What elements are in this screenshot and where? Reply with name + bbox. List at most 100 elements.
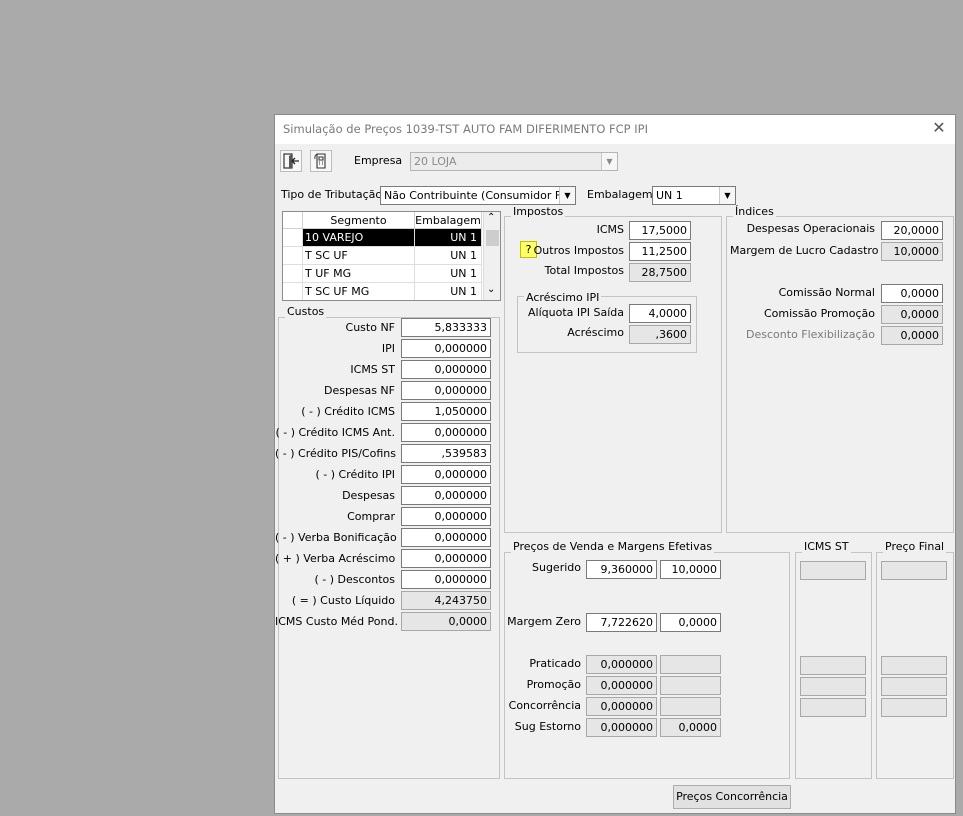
tipo-tributacao-value: Não Contribuinte (Consumidor Final) (384, 189, 576, 202)
margem-lucro-cadastro-label: Margem de Lucro Cadastro (730, 244, 879, 257)
icms-field[interactable]: 17,5000 (629, 221, 691, 240)
outros-impostos-field[interactable]: 11,2500 (629, 242, 691, 261)
preco-final-praticado-field (881, 656, 947, 675)
aliquota-ipi-saida-label: Alíquota IPI Saída (528, 306, 624, 319)
credito-icms-field[interactable]: 1,050000 (401, 402, 491, 421)
despesas-operacionais-label: Despesas Operacionais (746, 222, 875, 235)
tipo-tributacao-label: Tipo de Tributação (281, 188, 383, 201)
promocao-margem-field (660, 676, 721, 695)
window-title: Simulação de Preços 1039-TST AUTO FAM DI… (283, 122, 648, 136)
despesas-nf-label: Despesas NF (324, 384, 395, 397)
chevron-down-icon: ▼ (719, 187, 735, 204)
comissao-normal-field[interactable]: 0,0000 (881, 284, 943, 303)
preco-final-title: Preço Final (883, 540, 947, 553)
desconto-flexibilizacao-field: 0,0000 (881, 326, 943, 345)
despesas-label: Despesas (342, 489, 395, 502)
icms-st-praticado-field (800, 656, 866, 675)
concorrencia-preco-field: 0,000000 (586, 697, 657, 716)
custo-nf-field[interactable]: 5,833333 (401, 318, 491, 337)
verba-acrescimo-label: ( + ) Verba Acréscimo (275, 552, 396, 565)
table-row[interactable]: T SC UF MG UN 1 (283, 283, 482, 300)
exit-door-icon[interactable] (280, 150, 302, 172)
despesas-nf-field[interactable]: 0,000000 (401, 381, 491, 400)
row-indicator (283, 283, 303, 300)
scroll-thumb[interactable] (486, 230, 499, 246)
precos-title: Preços de Venda e Margens Efetivas (511, 540, 715, 553)
tipo-tributacao-select[interactable]: Não Contribuinte (Consumidor Final) ▼ (380, 186, 576, 205)
embalagem-label: Embalagem (587, 188, 653, 201)
embalagem-cell: UN 1 (415, 229, 482, 247)
embalagem-select[interactable]: UN 1 ▼ (652, 186, 736, 205)
verba-acrescimo-field[interactable]: 0,000000 (401, 549, 491, 568)
sugerido-margem-field[interactable]: 10,0000 (660, 560, 721, 579)
icms-st-sugerido-field (800, 561, 866, 580)
despesas-operacionais-field[interactable]: 20,0000 (881, 221, 943, 240)
grid-scrollbar[interactable]: ⌃ ⌄ (483, 212, 500, 300)
custo-nf-label: Custo NF (345, 321, 395, 334)
icms-st-title: ICMS ST (802, 540, 851, 553)
empresa-select[interactable]: 20 LOJA ▼ (410, 152, 618, 171)
segmento-cell: T SC UF MG (303, 283, 415, 300)
credito-ipi-field[interactable]: 0,000000 (401, 465, 491, 484)
acrescimo-label: Acréscimo (567, 326, 624, 339)
despesas-field[interactable]: 0,000000 (401, 486, 491, 505)
title-bar[interactable]: Simulação de Preços 1039-TST AUTO FAM DI… (275, 115, 955, 144)
table-row[interactable]: 10 VAREJO UN 1 (283, 229, 482, 247)
segmento-cell: T SC UF (303, 247, 415, 265)
icms-st-promocao-field (800, 677, 866, 696)
total-impostos-field: 28,7500 (629, 263, 691, 282)
promocao-label: Promoção (526, 678, 581, 691)
margem-zero-preco-field[interactable]: 7,722620 (586, 613, 657, 632)
total-impostos-label: Total Impostos (544, 264, 624, 277)
segmento-cell: T UF MG (303, 265, 415, 283)
table-row[interactable]: T SC UF UN 1 (283, 247, 482, 265)
comissao-normal-label: Comissão Normal (778, 286, 875, 299)
descontos-label: ( - ) Descontos (314, 573, 395, 586)
icms-custo-med-pond-field: 0,0000 (401, 612, 491, 631)
sug-estorno-preco-field: 0,000000 (586, 718, 657, 737)
comprar-field[interactable]: 0,000000 (401, 507, 491, 526)
comprar-label: Comprar (347, 510, 395, 523)
grid-header-embalagem[interactable]: Embalagem (415, 212, 482, 229)
segmento-cell: 10 VAREJO (303, 229, 415, 247)
empresa-value: 20 LOJA (414, 155, 457, 168)
chevron-down-icon: ▼ (559, 187, 575, 204)
grid-header-segmento[interactable]: Segmento (303, 212, 415, 229)
credito-pis-cofins-field[interactable]: ,539583 (401, 444, 491, 463)
desconto-flexibilizacao-label: Desconto Flexibilização (746, 328, 875, 341)
table-row[interactable]: T UF MG UN 1 (283, 265, 482, 283)
close-icon[interactable]: ✕ (931, 119, 947, 137)
verba-bonificacao-field[interactable]: 0,000000 (401, 528, 491, 547)
sug-estorno-margem-field: 0,0000 (660, 718, 721, 737)
ipi-field[interactable]: 0,000000 (401, 339, 491, 358)
custo-liquido-label: ( = ) Custo Líquido (291, 594, 395, 607)
scroll-up-icon[interactable]: ⌃ (487, 212, 495, 223)
icms-st-concorrencia-field (800, 698, 866, 717)
credito-pis-cofins-label: ( - ) Crédito PIS/Cofins (275, 447, 396, 460)
preco-final-promocao-field (881, 677, 947, 696)
scroll-down-icon[interactable]: ⌄ (487, 284, 495, 295)
margem-lucro-cadastro-field: 10,0000 (881, 242, 943, 261)
descontos-field[interactable]: 0,000000 (401, 570, 491, 589)
row-indicator (283, 265, 303, 283)
praticado-margem-field (660, 655, 721, 674)
precos-concorrencia-button[interactable]: Preços Concorrência (673, 785, 791, 809)
aliquota-ipi-saida-field[interactable]: 4,0000 (629, 304, 691, 323)
credito-icms-label: ( - ) Crédito ICMS (301, 405, 395, 418)
sugerido-preco-field[interactable]: 9,360000 (586, 560, 657, 579)
credito-icms-ant-label: ( - ) Crédito ICMS Ant. (275, 426, 395, 439)
segment-grid[interactable]: Segmento Embalagem 10 VAREJO UN 1 T SC U… (282, 211, 501, 301)
preco-final-sugerido-field (881, 561, 947, 580)
embalagem-value: UN 1 (656, 189, 683, 202)
icms-st-label: ICMS ST (350, 363, 395, 376)
simulacao-precos-window: Simulação de Preços 1039-TST AUTO FAM DI… (274, 114, 956, 814)
icms-st-field[interactable]: 0,000000 (401, 360, 491, 379)
custo-liquido-field: 4,243750 (401, 591, 491, 610)
margem-zero-margem-field[interactable]: 0,0000 (660, 613, 721, 632)
sugerido-label: Sugerido (532, 561, 581, 574)
credito-icms-ant-field[interactable]: 0,000000 (401, 423, 491, 442)
grid-corner (283, 212, 303, 229)
praticado-label: Praticado (529, 657, 581, 670)
calculator-refresh-icon[interactable] (310, 150, 332, 172)
outros-impostos-label: Outros Impostos (533, 244, 624, 257)
